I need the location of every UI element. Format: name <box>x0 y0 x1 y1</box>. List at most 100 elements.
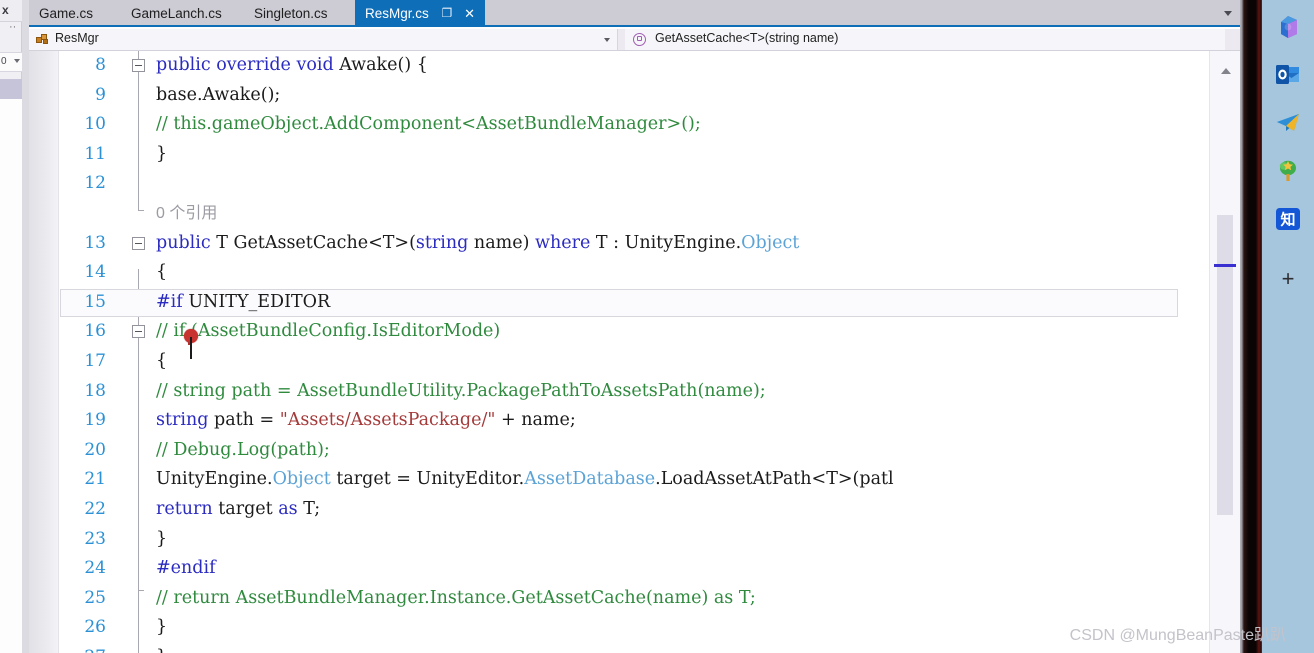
code-line[interactable]: 8 public override void Awake() { <box>60 51 1209 81</box>
line-number: 26 <box>84 617 106 638</box>
code-text[interactable]: // if (AssetBundleConfig.IsEditorMode) <box>156 317 500 347</box>
code-text[interactable]: } <box>156 140 167 170</box>
code-token: public <box>156 232 217 253</box>
code-text[interactable]: } <box>156 525 167 555</box>
add-icon[interactable]: + <box>1275 266 1301 292</box>
code-token: + name; <box>495 410 576 431</box>
add-icon-glyph: + <box>1281 266 1295 291</box>
desktop-side-dock[interactable]: 知 + <box>1262 0 1314 653</box>
line-number: 21 <box>84 469 106 490</box>
code-token: as <box>278 498 298 519</box>
codelens-reference-count[interactable]: 0 个引用 <box>156 199 217 229</box>
code-text[interactable]: // string path = AssetBundleUtility.Pack… <box>156 377 766 407</box>
tab-gamelanch-cs[interactable]: GameLanch.cs <box>121 0 232 27</box>
code-text[interactable]: #if UNITY_EDITOR <box>156 288 330 318</box>
code-line[interactable]: 26 } <box>60 613 1209 643</box>
code-token: } <box>156 143 168 164</box>
code-line[interactable]: 19 string path = "Assets/AssetsPackage/"… <box>60 406 1209 436</box>
code-text[interactable]: #endif <box>156 554 216 584</box>
code-line[interactable]: 23 } <box>60 525 1209 555</box>
fold-collapse-icon[interactable] <box>132 236 145 250</box>
tool-window-selected-row[interactable] <box>0 79 22 99</box>
fold-collapse-icon[interactable] <box>132 325 145 339</box>
code-token: // Debug.Log(path); <box>156 439 330 460</box>
outlook-icon[interactable] <box>1275 62 1301 88</box>
code-text[interactable]: { <box>156 347 167 377</box>
code-text[interactable]: } <box>156 613 167 643</box>
code-text[interactable]: { <box>156 258 167 288</box>
svg-text:知: 知 <box>1280 211 1295 229</box>
text-caret <box>190 337 192 359</box>
code-editor[interactable]: 8 public override void Awake() {9 base.Aw… <box>29 51 1240 653</box>
tool-window-body <box>0 99 22 653</box>
tab-resmgr-cs[interactable]: ResMgr.cs ❐ ✕ <box>355 0 485 27</box>
code-line[interactable]: 24 #endif <box>60 554 1209 584</box>
code-line[interactable]: 14 { <box>60 258 1209 288</box>
screen-bezel <box>1240 0 1262 653</box>
code-line[interactable]: 18 // string path = AssetBundleUtility.P… <box>60 377 1209 407</box>
code-line[interactable]: 11 } <box>60 140 1209 170</box>
microsoft-365-icon[interactable] <box>1275 14 1301 40</box>
code-token: where <box>534 232 591 253</box>
code-token: name) <box>468 232 535 253</box>
code-line[interactable]: 9 base.Awake(); <box>60 81 1209 111</box>
close-icon[interactable]: ✕ <box>464 0 475 27</box>
code-line[interactable]: 0 个引用 <box>60 199 1209 229</box>
code-token: string <box>156 410 209 431</box>
code-text[interactable]: // return AssetBundleManager.Instance.Ge… <box>156 584 756 614</box>
tab-label: Singleton.cs <box>254 6 328 21</box>
code-token: AssetDatabase <box>524 469 656 490</box>
code-line[interactable]: 27} <box>60 643 1209 653</box>
code-token: { <box>156 350 168 371</box>
code-line[interactable]: 12 <box>60 169 1209 199</box>
line-number: 25 <box>84 587 106 608</box>
code-line[interactable]: 13 public T GetAssetCache<T>(string name)… <box>60 229 1209 259</box>
code-text[interactable]: public override void Awake() { <box>156 51 428 81</box>
code-text[interactable]: string path = "Assets/AssetsPackage/" + … <box>156 406 576 436</box>
chevron-down-icon[interactable] <box>1224 11 1232 16</box>
tool-window-combobox[interactable]: 0 <box>0 52 22 72</box>
code-line[interactable]: 25 // return AssetBundleManager.Instance… <box>60 584 1209 614</box>
code-text[interactable]: base.Awake(); <box>156 81 280 111</box>
tab-game-cs[interactable]: Game.cs <box>29 0 103 27</box>
class-scope-dropdown[interactable]: ResMgr <box>29 29 618 50</box>
line-number: 10 <box>84 114 106 135</box>
code-text[interactable]: return target as T; <box>156 495 320 525</box>
code-line[interactable]: 17 { <box>60 347 1209 377</box>
code-token: T : UnityEngine. <box>590 232 742 253</box>
code-line[interactable]: 21 UnityEngine.Object target = UnityEdit… <box>60 465 1209 495</box>
code-token: Awake() { <box>339 55 428 75</box>
tool-window-overflow-icon[interactable]: ·· <box>9 21 16 33</box>
code-line[interactable]: 22 return target as T; <box>60 495 1209 525</box>
pin-icon[interactable]: ❐ <box>442 0 453 27</box>
scrollbar-thumb[interactable] <box>1217 215 1233 515</box>
code-text[interactable]: UnityEngine.Object target = UnityEditor.… <box>156 465 894 495</box>
code-text[interactable]: } <box>156 643 167 653</box>
close-icon[interactable]: x <box>2 3 9 17</box>
fold-collapse-icon[interactable] <box>132 59 145 72</box>
telegram-icon[interactable] <box>1275 110 1301 136</box>
code-token: Object <box>741 232 800 253</box>
code-text[interactable]: public T GetAssetCache<T>(string name) w… <box>156 229 799 259</box>
code-text[interactable]: // Debug.Log(path); <box>156 436 330 466</box>
member-scope-dropdown[interactable]: GetAssetCache<T>(string name) <box>625 29 1225 50</box>
left-tool-window-sliver: x ·· 0 <box>0 0 22 653</box>
code-token: public <box>156 55 217 75</box>
code-line[interactable]: 16 // if (AssetBundleConfig.IsEditorMode… <box>60 317 1209 347</box>
code-token: #if <box>156 291 183 312</box>
line-number: 19 <box>84 410 106 431</box>
vertical-scrollbar[interactable] <box>1209 51 1240 653</box>
code-lines-container[interactable]: 8 public override void Awake() {9 base.Aw… <box>60 51 1209 653</box>
tool-window-header: x <box>0 0 22 22</box>
tree-icon[interactable] <box>1275 158 1301 184</box>
line-number: 11 <box>84 143 106 164</box>
code-line[interactable]: 10 // this.gameObject.AddComponent<Asset… <box>60 110 1209 140</box>
code-line[interactable]: 15 #if UNITY_EDITOR <box>60 288 1209 318</box>
scroll-up-arrow-icon[interactable] <box>1221 68 1231 74</box>
indicator-margin[interactable] <box>29 51 59 653</box>
code-text[interactable]: // this.gameObject.AddComponent<AssetBun… <box>156 110 701 140</box>
code-surface[interactable]: 8 public override void Awake() {9 base.Aw… <box>60 51 1209 653</box>
code-line[interactable]: 20 // Debug.Log(path); <box>60 436 1209 466</box>
zhihu-icon[interactable]: 知 <box>1275 206 1301 232</box>
tab-singleton-cs[interactable]: Singleton.cs <box>244 0 338 27</box>
